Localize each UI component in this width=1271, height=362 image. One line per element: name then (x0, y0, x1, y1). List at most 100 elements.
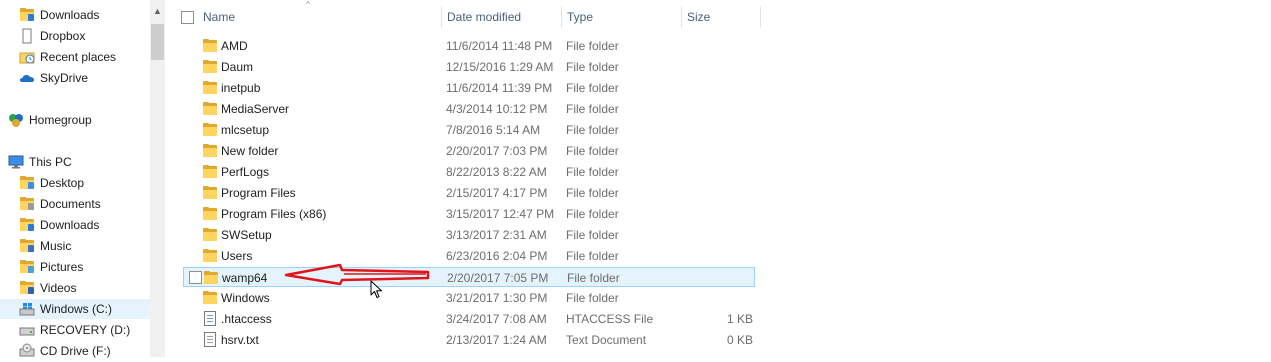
file-row[interactable]: Program Files (x86) 3/15/2017 12:47 PM Fil… (183, 204, 755, 224)
nav-item[interactable]: Windows (C:) (0, 299, 150, 319)
column-divider[interactable] (760, 6, 761, 28)
column-header-date-modified[interactable]: Date modified (447, 6, 521, 28)
column-divider[interactable] (681, 6, 682, 28)
nav-item-label: RECOVERY (D:) (40, 323, 131, 337)
file-size (666, 288, 753, 308)
file-date-modified: 3/24/2017 7:08 AM (446, 312, 547, 326)
file-date-modified: 3/21/2017 1:30 PM (446, 291, 548, 305)
file-row[interactable]: PerfLogs 8/22/2013 8:22 AM File folder (183, 162, 755, 182)
nav-item-label: Recent places (40, 50, 117, 64)
nav-item[interactable]: Documents (19, 194, 101, 214)
file-row[interactable]: AMD 11/6/2014 11:48 PM File folder (183, 36, 755, 56)
folder-icon (202, 38, 218, 54)
file-name: AMD (221, 39, 248, 53)
file-date-modified: 8/22/2013 8:22 AM (446, 165, 547, 179)
file-type: File folder (566, 228, 619, 242)
homegroup-icon (8, 112, 24, 128)
nav-item[interactable]: Music (19, 236, 71, 256)
nav-item[interactable]: SkyDrive (19, 68, 88, 88)
file-type: File folder (566, 39, 619, 53)
file-row[interactable]: .htaccess 3/24/2017 7:08 AM HTACCESS File 1… (183, 309, 755, 329)
file-name: inetpub (221, 81, 261, 95)
navigation-pane: Downloads Dropbox Recent places SkyDrive Hom… (0, 0, 150, 358)
file-row[interactable]: MediaServer 4/3/2014 10:12 PM File folder (183, 99, 755, 119)
file-row[interactable]: New folder 2/20/2017 7:03 PM File folder (183, 141, 755, 161)
nav-scroll-up-button[interactable]: ▲ (150, 0, 165, 22)
select-all-checkbox[interactable] (181, 11, 194, 24)
folder-icon (202, 248, 218, 264)
file-row[interactable]: mlcsetup 7/8/2016 5:14 AM File folder (183, 120, 755, 140)
row-checkbox[interactable] (189, 271, 202, 284)
file-type: File folder (566, 102, 619, 116)
nav-item[interactable]: Dropbox (19, 26, 85, 46)
file-date-modified: 4/3/2014 10:12 PM (446, 102, 548, 116)
nav-item-label: Music (40, 239, 72, 253)
column-header-size[interactable]: Size (687, 6, 710, 28)
file-size: 0 KB (726, 333, 753, 347)
file-row[interactable]: SWSetup 3/13/2017 2:31 AM File folder (183, 225, 755, 245)
file-size (666, 120, 753, 140)
recent-places-icon (19, 49, 35, 65)
nav-item-label: SkyDrive (40, 71, 89, 85)
nav-scroll-thumb[interactable] (151, 24, 164, 60)
file-row[interactable]: wamp64 2/20/2017 7:05 PM File folder (183, 267, 755, 287)
file-size (666, 36, 753, 56)
file-type: File folder (566, 207, 619, 221)
file-date-modified: 3/15/2017 12:47 PM (446, 207, 555, 221)
folder-icon (202, 80, 218, 96)
nav-item[interactable]: RECOVERY (D:) (19, 320, 130, 340)
red-arrow-annotation (284, 263, 430, 286)
text-file-icon (202, 332, 218, 348)
file-date-modified: 2/20/2017 7:03 PM (446, 144, 548, 158)
nav-item[interactable]: Desktop (19, 173, 84, 193)
nav-item[interactable]: Downloads (19, 215, 99, 235)
nav-item[interactable]: This PC (8, 152, 72, 172)
nav-item-label: Pictures (40, 260, 84, 274)
file-row[interactable]: inetpub 11/6/2014 11:39 PM File folder (183, 78, 755, 98)
file-row[interactable]: Program Files 2/15/2017 4:17 PM File folde… (183, 183, 755, 203)
file-type: File folder (566, 165, 619, 179)
music-folder-icon (19, 238, 35, 254)
nav-item-label: CD Drive (F:) (40, 344, 111, 358)
file-name: SWSetup (221, 228, 272, 242)
file-row[interactable]: Windows 3/21/2017 1:30 PM File folder (183, 288, 755, 308)
file-name: New folder (221, 144, 279, 158)
folder-icon (202, 206, 218, 222)
folder-icon (202, 59, 218, 75)
sort-ascending-icon: ^ (306, 0, 310, 9)
file-name: MediaServer (221, 102, 290, 116)
nav-item[interactable]: Homegroup (8, 110, 92, 130)
column-divider[interactable] (441, 6, 442, 28)
file-size (666, 162, 753, 182)
nav-item[interactable]: Downloads (19, 5, 99, 25)
folder-icon (202, 164, 218, 180)
nav-item[interactable]: Pictures (19, 257, 83, 277)
nav-item-label: Desktop (40, 176, 85, 190)
file-name: .htaccess (221, 312, 272, 326)
nav-item-label: Downloads (40, 8, 100, 22)
nav-item[interactable]: Recent places (19, 47, 116, 67)
file-row[interactable]: Daum 12/15/2016 1:29 AM File folder (183, 57, 755, 77)
file-size (666, 183, 753, 203)
file-name: mlcsetup (221, 123, 270, 137)
desktop-folder-icon (19, 175, 35, 191)
file-date-modified: 2/13/2017 1:24 AM (446, 333, 547, 347)
column-header-name[interactable]: Name (203, 6, 235, 28)
nav-item[interactable]: CD Drive (F:) (19, 341, 111, 361)
folder-icon (202, 227, 218, 243)
folder-icon (203, 270, 219, 286)
nav-item-label: Windows (C:) (40, 302, 113, 316)
column-header-type[interactable]: Type (567, 6, 593, 28)
nav-item[interactable]: Videos (19, 278, 76, 298)
file-size (666, 246, 753, 266)
file-row[interactable]: Users 6/23/2016 2:04 PM File folder (183, 246, 755, 266)
file-size (666, 99, 753, 119)
file-date-modified: 3/13/2017 2:31 AM (446, 228, 547, 242)
column-divider[interactable] (561, 6, 562, 28)
videos-folder-icon (19, 280, 35, 296)
folder-icon (202, 185, 218, 201)
file-type: File folder (566, 144, 619, 158)
file-type: File folder (567, 271, 620, 285)
file-row[interactable]: hsrv.txt 2/13/2017 1:24 AM Text Document 0 … (183, 330, 755, 350)
file-type: Text Document (566, 333, 647, 347)
